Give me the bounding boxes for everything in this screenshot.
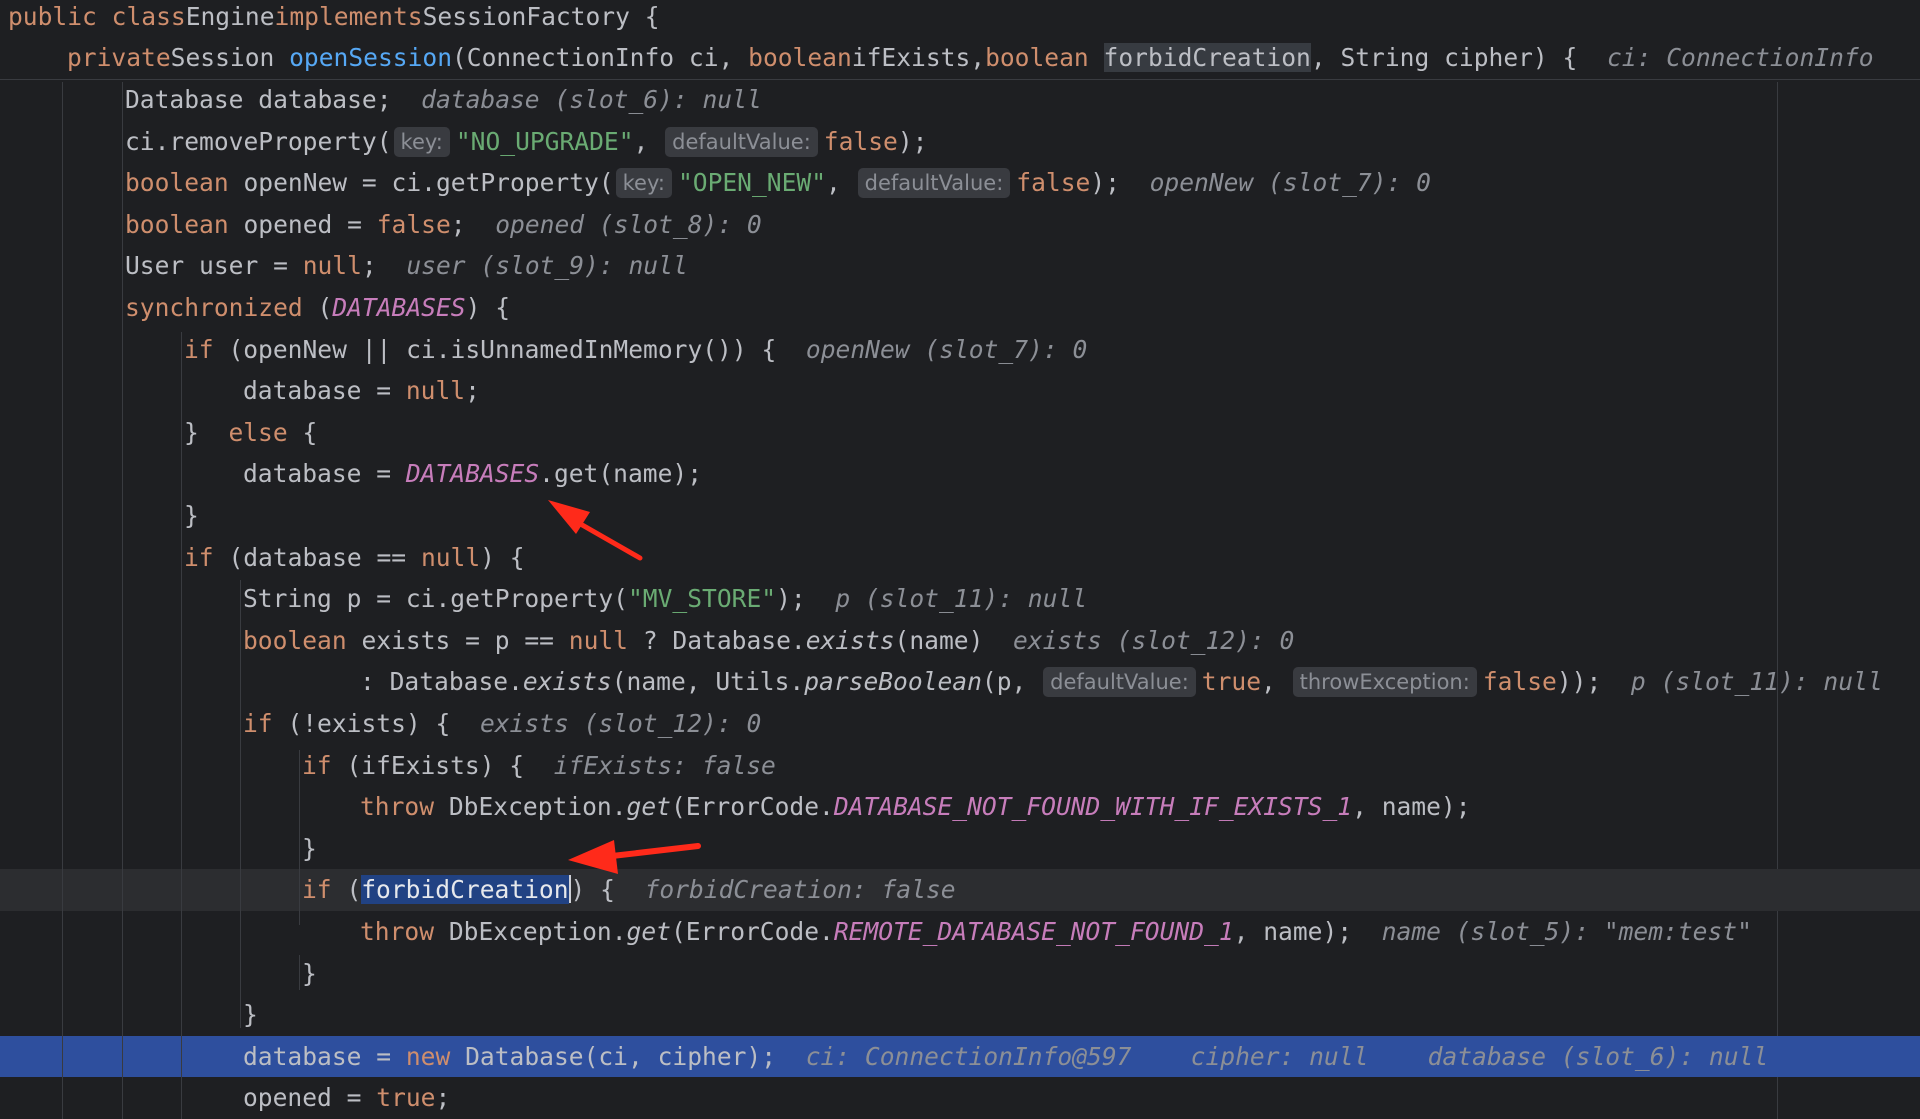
- code-editor[interactable]: public classEngineimplementsSessionFacto…: [0, 0, 1920, 1119]
- arrow-annotation-1: [548, 500, 643, 561]
- arrow-annotation-2: [568, 840, 701, 874]
- annotation-arrows: [548, 500, 701, 874]
